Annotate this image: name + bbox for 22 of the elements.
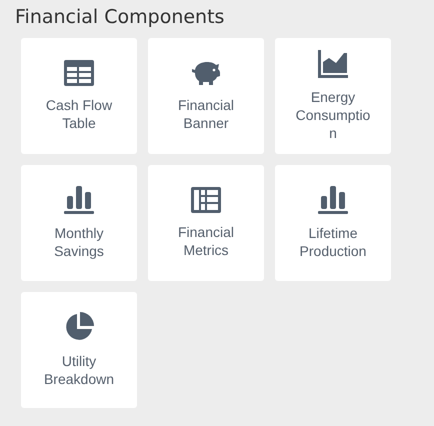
section-title: Financial Components xyxy=(15,5,226,30)
component-label: Utility Breakdown xyxy=(42,352,116,388)
component-card[interactable]: Utility Breakdown xyxy=(21,292,137,408)
piggy-bank-icon xyxy=(191,60,221,86)
component-card[interactable]: Cash Flow Table xyxy=(21,38,137,154)
component-card[interactable]: Financial Banner xyxy=(148,38,264,154)
component-label: Cash Flow Table xyxy=(44,96,114,132)
component-label: Energy Consumption xyxy=(294,88,372,142)
component-label: Monthly Savings xyxy=(53,224,105,260)
component-card[interactable]: Energy Consumption xyxy=(275,38,391,154)
component-label: Financial Banner xyxy=(176,96,236,132)
list-table-icon xyxy=(191,187,221,213)
component-card[interactable]: Monthly Savings xyxy=(21,165,137,281)
component-card[interactable]: Lifetime Production xyxy=(275,165,391,281)
bar-chart-icon xyxy=(318,186,348,214)
pie-chart-icon xyxy=(64,312,94,342)
component-label: Lifetime Production xyxy=(298,224,368,260)
bar-chart-icon xyxy=(64,186,94,214)
component-label: Financial Metrics xyxy=(176,223,236,259)
component-card[interactable]: Financial Metrics xyxy=(148,165,264,281)
table-icon xyxy=(64,60,94,86)
area-chart-icon xyxy=(318,50,348,78)
